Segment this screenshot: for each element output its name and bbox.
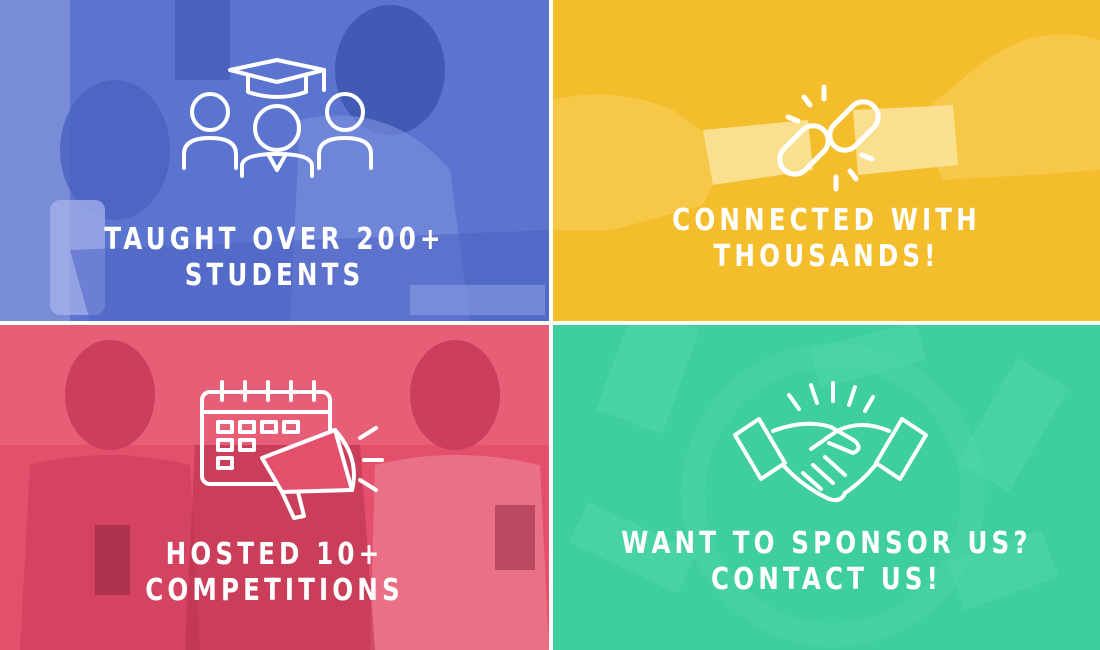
calendar-megaphone-icon bbox=[200, 380, 385, 520]
connected-caption-line1: CONNECTED WITH bbox=[672, 203, 981, 238]
competitions-caption-line1: HOSTED 10+ bbox=[165, 537, 384, 572]
feature-grid: TAUGHT OVER 200+ STUDENTS CONNECTED WITH… bbox=[0, 0, 1100, 650]
students-caption: TAUGHT OVER 200+ STUDENTS bbox=[49, 222, 499, 294]
sponsor-caption-line1[interactable]: WANT TO SPONSOR US? bbox=[602, 526, 1051, 562]
handshake-icon bbox=[733, 381, 928, 505]
sponsor-caption[interactable]: WANT TO SPONSOR US? CONTACT US! bbox=[602, 526, 1051, 598]
tile-students: TAUGHT OVER 200+ STUDENTS bbox=[0, 0, 549, 321]
tile-connected: CONNECTED WITH THOUSANDS! bbox=[553, 0, 1100, 321]
tile-competitions: HOSTED 10+ COMPETITIONS bbox=[0, 325, 549, 650]
connected-caption: CONNECTED WITH THOUSANDS! bbox=[602, 203, 1051, 275]
students-graduation-icon bbox=[180, 58, 375, 178]
students-caption-line1: TAUGHT OVER 200+ bbox=[104, 222, 445, 257]
sponsor-caption-line2[interactable]: CONTACT US! bbox=[602, 562, 1051, 598]
competitions-caption-line2: COMPETITIONS bbox=[145, 573, 404, 608]
tile-sponsor[interactable]: WANT TO SPONSOR US? CONTACT US! bbox=[553, 325, 1100, 650]
students-caption-line2: STUDENTS bbox=[184, 258, 365, 293]
connected-caption-line2: THOUSANDS! bbox=[713, 239, 940, 274]
chain-link-icon bbox=[766, 84, 892, 192]
competitions-caption: HOSTED 10+ COMPETITIONS bbox=[49, 537, 499, 609]
